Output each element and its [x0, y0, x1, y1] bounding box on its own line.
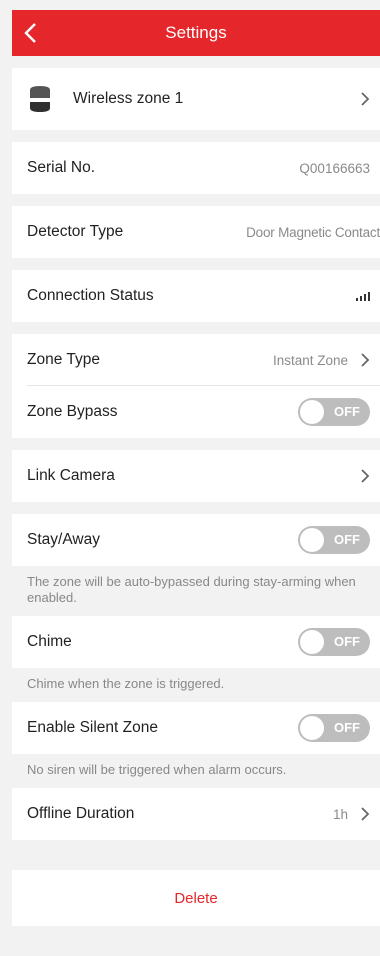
- toggle-knob: [300, 630, 324, 654]
- link-camera-label: Link Camera: [27, 467, 115, 484]
- offline-duration-label: Offline Duration: [27, 805, 135, 822]
- device-name: Wireless zone 1: [73, 90, 184, 107]
- chevron-right-icon: [361, 92, 370, 106]
- connection-status-label: Connection Status: [27, 287, 154, 304]
- stay-away-note: The zone will be auto-bypassed during st…: [12, 566, 380, 616]
- silent-zone-label: Enable Silent Zone: [27, 719, 158, 736]
- settings-list: Wireless zone 1 Serial No. Q00166663 Det…: [12, 56, 380, 956]
- zone-bypass-toggle[interactable]: OFF: [298, 398, 370, 426]
- chime-label: Chime: [27, 633, 72, 650]
- stay-away-label: Stay/Away: [27, 531, 100, 548]
- toggle-knob: [300, 400, 324, 424]
- chevron-right-icon: [361, 807, 370, 821]
- silent-zone-toggle[interactable]: OFF: [298, 714, 370, 742]
- detector-type-row: Detector Type Door Magnetic Contact: [12, 206, 380, 258]
- toggle-state: OFF: [334, 720, 360, 735]
- status-bar-area: [0, 0, 380, 10]
- zone-type-value: Instant Zone: [272, 352, 348, 368]
- zone-type-row[interactable]: Zone Type Instant Zone: [12, 334, 380, 386]
- device-row[interactable]: Wireless zone 1: [12, 68, 380, 130]
- toggle-knob: [300, 528, 324, 552]
- chevron-right-icon: [361, 469, 370, 483]
- app-header: Settings: [12, 10, 380, 56]
- zone-bypass-label: Zone Bypass: [27, 403, 118, 420]
- detector-device-icon: [30, 86, 50, 112]
- toggle-state: OFF: [334, 532, 360, 547]
- toggle-state: OFF: [334, 634, 360, 649]
- page-title: Settings: [165, 23, 227, 42]
- toggle-knob: [300, 716, 324, 740]
- back-arrow-icon[interactable]: [22, 22, 40, 44]
- detector-type-value: Door Magnetic Contact: [246, 224, 380, 240]
- delete-button[interactable]: Delete: [12, 870, 380, 926]
- serial-value: Q00166663: [299, 160, 370, 176]
- zone-bypass-row: Zone Bypass OFF: [12, 386, 380, 438]
- offline-duration-value: 1h: [332, 806, 348, 822]
- chime-row: Chime OFF: [12, 616, 380, 668]
- detector-type-label: Detector Type: [27, 223, 124, 240]
- toggle-state: OFF: [334, 404, 360, 419]
- stay-away-row: Stay/Away OFF: [12, 514, 380, 566]
- offline-duration-row[interactable]: Offline Duration 1h: [12, 788, 380, 840]
- stay-away-toggle[interactable]: OFF: [298, 526, 370, 554]
- chevron-right-icon: [361, 353, 370, 367]
- chime-toggle[interactable]: OFF: [298, 628, 370, 656]
- silent-zone-note: No siren will be triggered when alarm oc…: [12, 754, 380, 788]
- chime-note: Chime when the zone is triggered.: [12, 668, 380, 702]
- zone-type-label: Zone Type: [27, 351, 100, 368]
- connection-status-row: Connection Status: [12, 270, 380, 322]
- serial-row: Serial No. Q00166663: [12, 142, 380, 194]
- signal-strength-icon: [356, 291, 370, 301]
- link-camera-row[interactable]: Link Camera: [12, 450, 380, 502]
- serial-label: Serial No.: [27, 159, 96, 176]
- silent-zone-row: Enable Silent Zone OFF: [12, 702, 380, 754]
